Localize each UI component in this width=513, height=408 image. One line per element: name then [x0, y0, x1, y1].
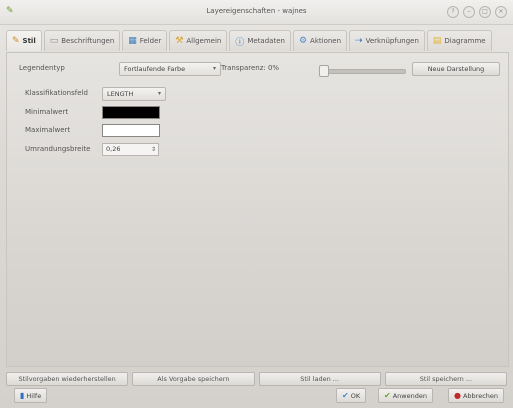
tab-label: Verknüpfungen	[365, 37, 419, 45]
legend-type-value: Fortlaufende Farbe	[124, 65, 186, 73]
max-value-label: Maximalwert	[25, 126, 71, 134]
ok-button[interactable]: ✔ OK	[336, 388, 367, 403]
min-color-swatch[interactable]	[102, 106, 160, 119]
save-style-button[interactable]: Stil speichern ...	[384, 372, 507, 386]
title-bar: ✎ Layereigenschaften - wajnes ? – □ ×	[0, 0, 513, 25]
legend-type-select[interactable]: Fortlaufende Farbe ▾	[119, 62, 221, 76]
transparency-slider-handle[interactable]	[319, 65, 329, 77]
window-controls: ? – □ ×	[447, 6, 507, 18]
layer-properties-window: ✎ Layereigenschaften - wajnes ? – □ × ✎ …	[0, 0, 513, 408]
info-icon: ⓘ	[235, 37, 245, 48]
tab-label: Diagramme	[444, 37, 486, 45]
dialog-footer: ▮ Hilfe ✔ OK ✔ Anwenden ● Abbrechen	[6, 388, 507, 403]
brush-icon: ✎	[12, 36, 20, 46]
table-icon: ▦	[128, 36, 137, 46]
help-button[interactable]: ▮ Hilfe	[14, 388, 48, 403]
style-actions-row: Stilvorgaben wiederherstellen Als Vorgab…	[6, 372, 507, 386]
outline-width-spinbox[interactable]: 0,26 ⇕	[102, 143, 159, 156]
min-value-label: Minimalwert	[25, 108, 69, 116]
cancel-button-label: Abbrechen	[462, 392, 499, 400]
legend-type-label: Legendentyp	[19, 64, 65, 72]
restore-default-style-button[interactable]: Stilvorgaben wiederherstellen	[6, 372, 129, 386]
help-button-label: Hilfe	[26, 392, 42, 400]
load-style-button[interactable]: Stil laden ...	[258, 372, 381, 386]
maximize-icon[interactable]: □	[479, 6, 491, 18]
tab-joins[interactable]: ⇢ Verknüpfungen	[349, 30, 425, 51]
tab-fields[interactable]: ▦ Felder	[122, 30, 168, 51]
cancel-button[interactable]: ● Abbrechen	[448, 388, 505, 403]
classification-field-value: LENGTH	[107, 90, 134, 98]
gear-icon: ⚙	[298, 36, 308, 46]
cancel-icon: ●	[454, 391, 461, 400]
chart-icon: ▤	[432, 36, 442, 46]
chevron-down-icon: ▾	[212, 65, 216, 72]
apply-check-icon: ✔	[384, 391, 391, 400]
style-panel: Legendentyp Fortlaufende Farbe ▾ Transpa…	[6, 52, 509, 367]
label-icon: ▭	[49, 36, 59, 46]
tab-label: Aktionen	[310, 37, 342, 45]
transparency-label: Transparenz: 0%	[221, 64, 280, 72]
outline-width-label: Umrandungsbreite	[25, 145, 91, 153]
tab-labels[interactable]: ▭ Beschriftungen	[43, 30, 121, 51]
classification-field-select[interactable]: LENGTH ▾	[102, 87, 166, 101]
tab-diagrams[interactable]: ▤ Diagramme	[426, 30, 492, 51]
tab-actions[interactable]: ⚙ Aktionen	[292, 30, 348, 51]
close-icon[interactable]: ×	[495, 6, 507, 18]
save-as-default-button[interactable]: Als Vorgabe speichern	[132, 372, 255, 386]
check-icon: ✔	[342, 391, 349, 400]
outline-width-value: 0,26	[106, 145, 121, 153]
minimize-icon[interactable]: –	[463, 6, 475, 18]
help-icon: ▮	[20, 391, 25, 400]
tab-style[interactable]: ✎ Stil	[6, 30, 42, 51]
tab-general[interactable]: ⚒ Allgemein	[169, 30, 228, 51]
join-icon: ⇢	[355, 36, 363, 46]
tab-label: Metadaten	[247, 37, 285, 45]
apply-button[interactable]: ✔ Anwenden	[378, 388, 433, 403]
classification-field-label: Klassifikationsfeld	[25, 89, 88, 97]
max-color-swatch[interactable]	[102, 124, 160, 137]
window-title: Layereigenschaften - wajnes	[206, 7, 307, 15]
transparency-slider-track[interactable]	[324, 69, 406, 74]
tab-label: Beschriftungen	[61, 37, 115, 45]
tab-metadata[interactable]: ⓘ Metadaten	[229, 30, 291, 51]
tab-label: Stil	[22, 37, 36, 45]
tab-label: Felder	[139, 37, 162, 45]
help-window-icon[interactable]: ?	[447, 6, 459, 18]
new-view-button[interactable]: Neue Darstellung	[412, 62, 500, 76]
apply-button-label: Anwenden	[392, 392, 427, 400]
chevron-down-icon: ▾	[157, 90, 161, 97]
tab-label: Allgemein	[186, 37, 222, 45]
tab-bar: ✎ Stil ▭ Beschriftungen ▦ Felder ⚒ Allge…	[6, 30, 509, 52]
ok-button-label: OK	[350, 392, 361, 400]
wrench-icon: ⚒	[175, 36, 184, 46]
spin-arrows-icon: ⇕	[150, 146, 156, 153]
